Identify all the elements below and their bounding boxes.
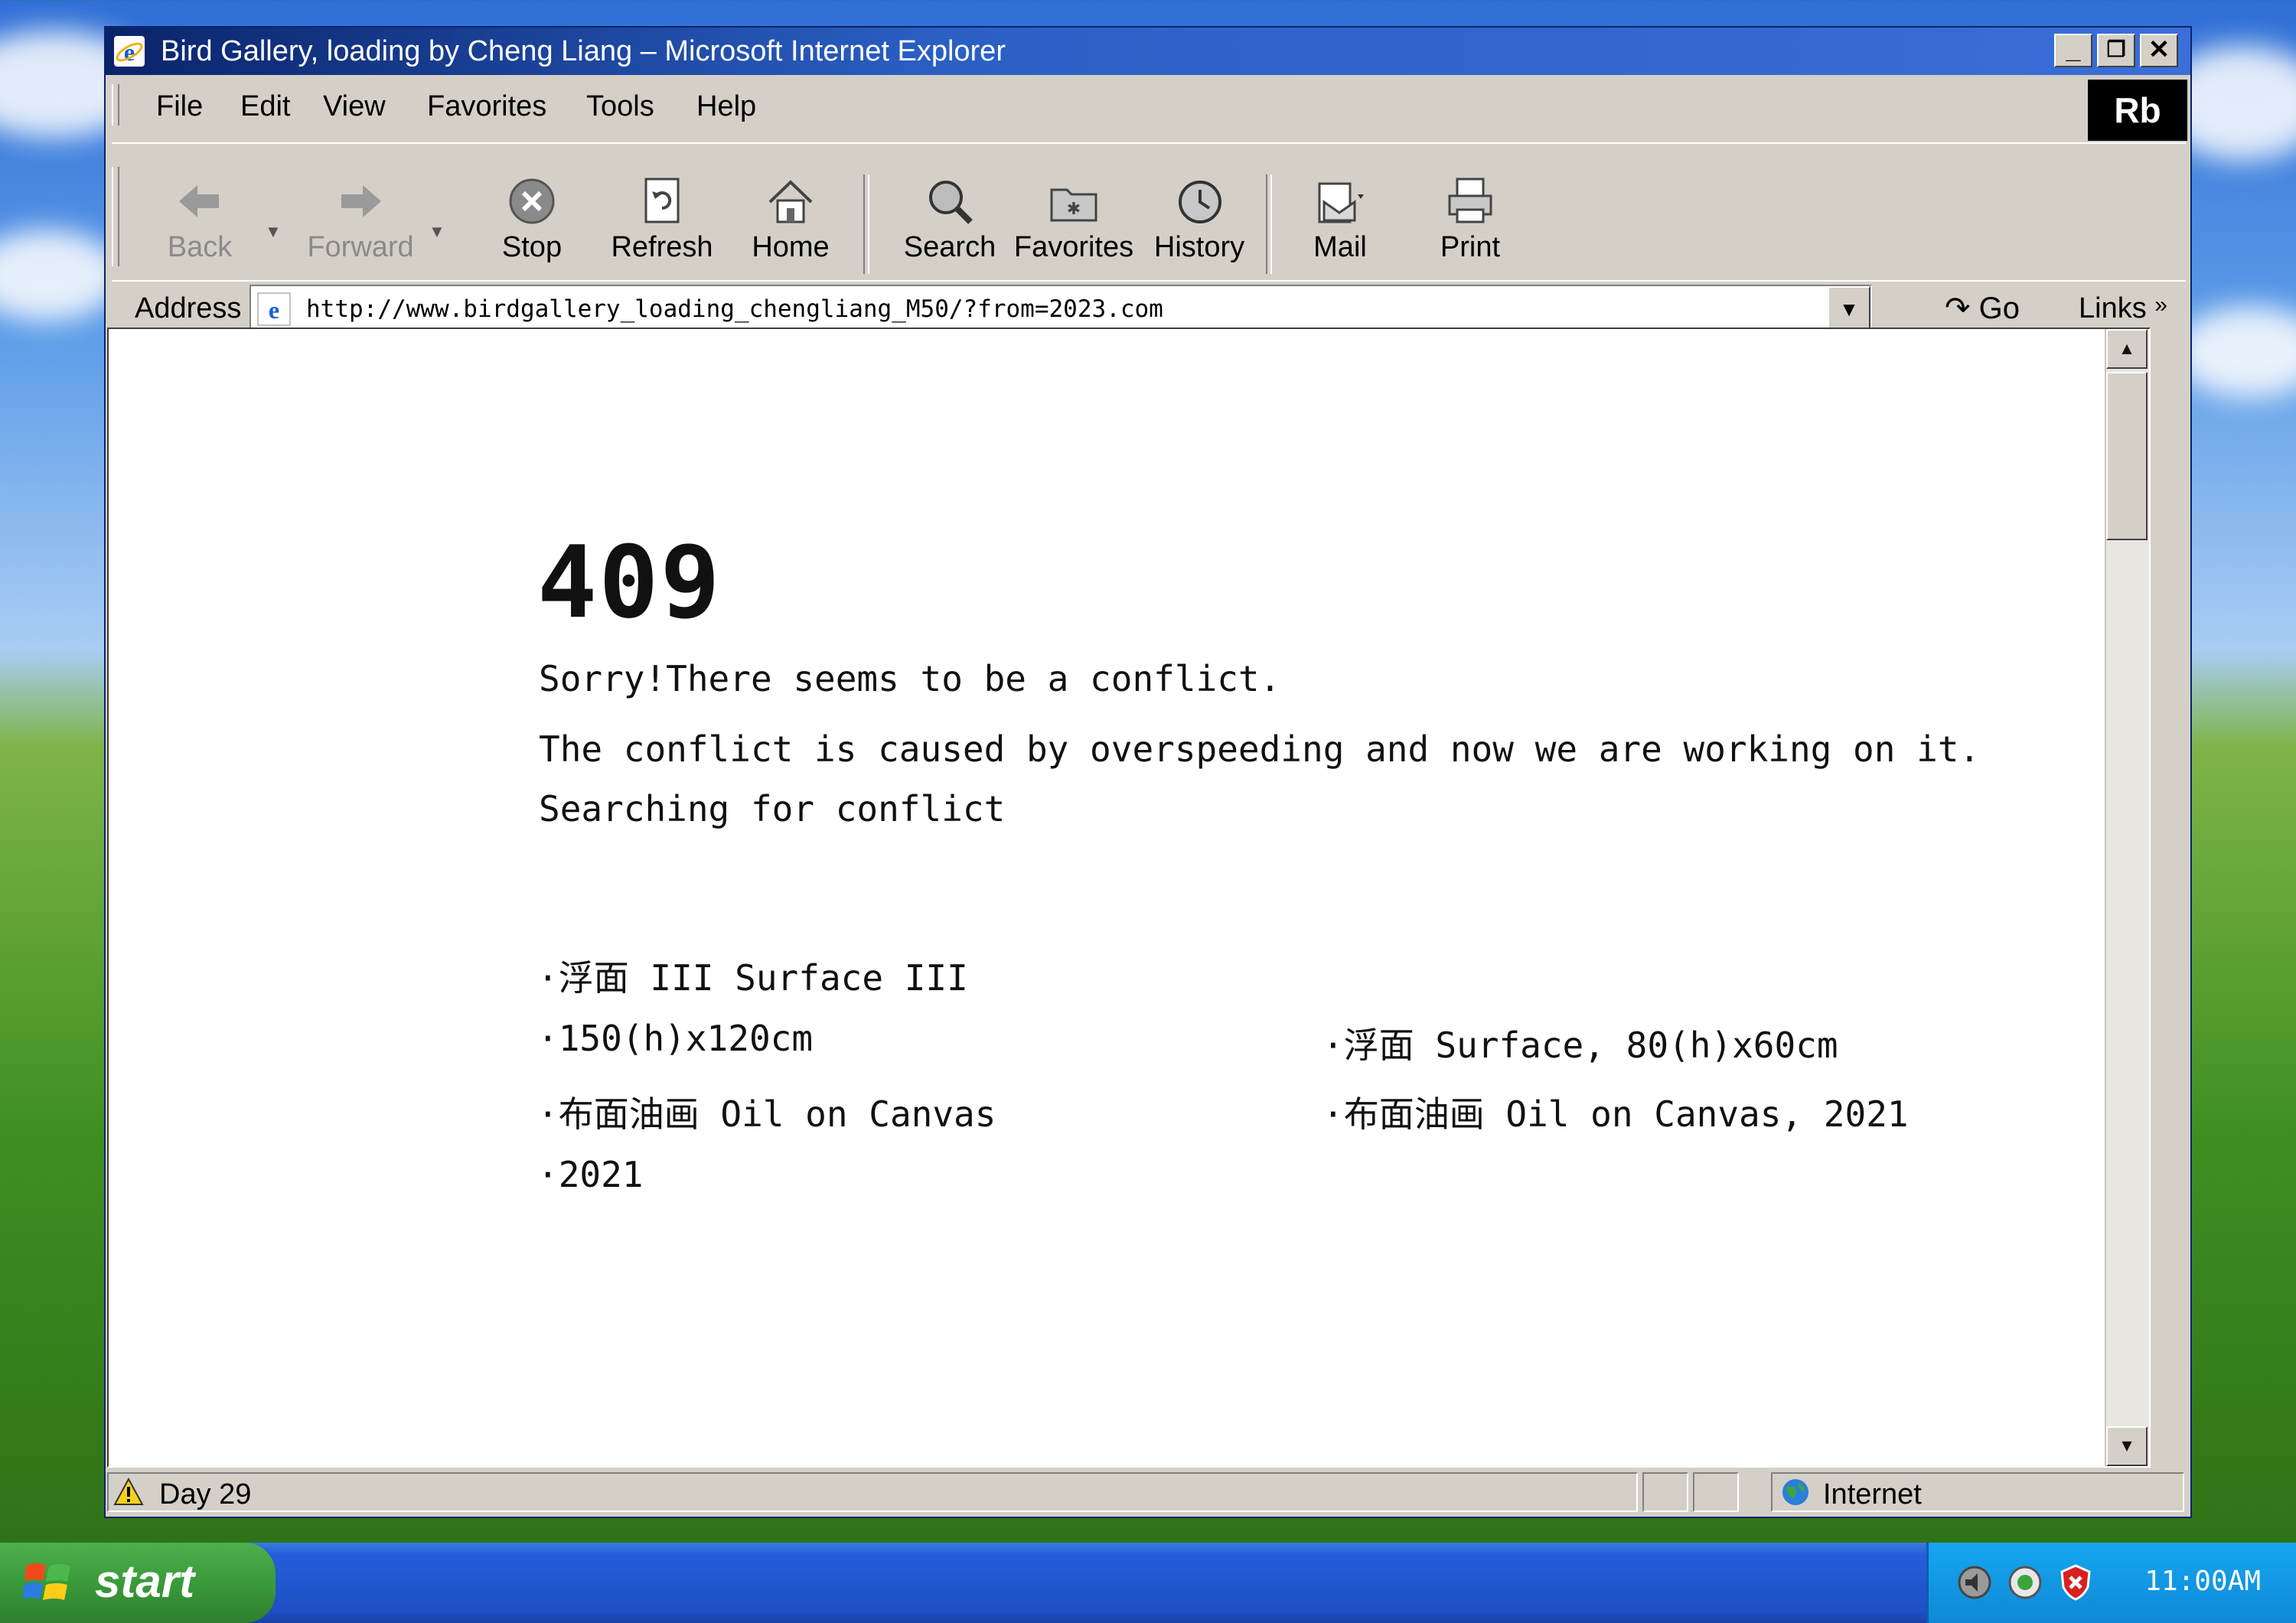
- search-globe-icon: [929, 181, 973, 224]
- favorites-button[interactable]: ✱ Favorites: [1009, 174, 1139, 274]
- taskbar: start 11:00AM: [0, 1543, 2296, 1623]
- back-arrow-icon: [179, 185, 219, 217]
- search-button[interactable]: Search: [892, 174, 1007, 274]
- taskbar-clock[interactable]: 11:00AM: [2144, 1566, 2261, 1597]
- windows-logo-icon: [23, 1563, 70, 1600]
- mail-button[interactable]: Mail: [1283, 174, 1397, 274]
- network-icon[interactable]: [2005, 1563, 2045, 1602]
- error-detail: The conflict is caused by overspeeding a…: [539, 728, 1981, 770]
- ie-logo-icon: e: [114, 36, 145, 67]
- start-button[interactable]: start: [0, 1543, 276, 1623]
- warning-icon: [113, 1477, 144, 1505]
- back-button[interactable]: Back: [142, 174, 257, 274]
- menu-view[interactable]: View: [323, 90, 386, 123]
- close-button[interactable]: ✕: [2140, 34, 2178, 67]
- address-dropdown-button[interactable]: ▼: [1828, 286, 1870, 332]
- forward-button[interactable]: Forward: [303, 174, 418, 274]
- menu-edit[interactable]: Edit: [240, 90, 290, 123]
- status-panel-zone: Internet: [1771, 1472, 2184, 1512]
- forward-dropdown-icon[interactable]: ▼: [429, 222, 445, 242]
- standard-toolbar: Back ▼ Forward ▼ Stop Refresh Home Searc…: [112, 142, 2186, 279]
- status-bar: Day 29 Internet: [107, 1469, 2189, 1515]
- address-label: Address: [135, 292, 242, 324]
- browser-window: e Bird Gallery, loading by Cheng Liang –…: [104, 26, 2192, 1518]
- refresh-icon: [644, 178, 680, 223]
- svg-text:e: e: [124, 38, 135, 66]
- minimize-button[interactable]: _: [2054, 34, 2092, 67]
- menu-bar: File Edit View Favorites Tools Help: [112, 80, 2086, 130]
- home-button[interactable]: Home: [733, 174, 848, 274]
- error-message: Sorry!There seems to be a conflict.: [539, 658, 1281, 699]
- list-item: ·布面油画 Oil on Canvas: [537, 1093, 996, 1135]
- refresh-button[interactable]: Refresh: [605, 174, 719, 274]
- volume-icon[interactable]: [1955, 1563, 1994, 1602]
- toolbar-separator: [863, 174, 869, 274]
- security-shield-icon[interactable]: [2056, 1563, 2095, 1602]
- history-button[interactable]: History: [1142, 174, 1257, 274]
- list-item: ·浮面 III Surface III: [537, 957, 968, 999]
- address-input[interactable]: e http://www.birdgallery_loading_chengli…: [249, 285, 1872, 334]
- menu-favorites[interactable]: Favorites: [427, 90, 546, 123]
- list-item: ·2021: [537, 1154, 644, 1195]
- toolbar-separator: [1266, 174, 1272, 274]
- start-label: start: [95, 1556, 195, 1607]
- stop-icon: [509, 178, 555, 224]
- menu-file[interactable]: File: [156, 90, 203, 123]
- menu-grip[interactable]: [112, 84, 119, 125]
- window-title: Bird Gallery, loading by Cheng Liang – M…: [161, 35, 1006, 67]
- back-dropdown-icon[interactable]: ▼: [265, 222, 282, 242]
- status-panel-empty: [1642, 1472, 1688, 1512]
- svg-text:✱: ✱: [1067, 199, 1081, 218]
- toolbar-grip[interactable]: [112, 167, 119, 266]
- status-message: Searching for conflict: [539, 788, 1006, 829]
- go-button[interactable]: ↷ Go: [1945, 291, 2020, 326]
- list-item: ·浮面 Surface, 80(h)x60cm: [1322, 1025, 1838, 1066]
- menu-help[interactable]: Help: [696, 90, 756, 123]
- restore-button[interactable]: ❐: [2097, 34, 2135, 67]
- address-url[interactable]: http://www.birdgallery_loading_chenglian…: [306, 295, 1163, 323]
- print-button[interactable]: Print: [1413, 174, 1528, 274]
- printer-icon: [1448, 178, 1492, 223]
- home-icon: [768, 180, 813, 223]
- page-content: 409 Sorry!There seems to be a conflict. …: [107, 328, 2151, 1468]
- vertical-scrollbar[interactable]: ▲ ▼: [2105, 329, 2149, 1466]
- status-panel-empty: [1693, 1472, 1739, 1512]
- scroll-up-button[interactable]: ▲: [2106, 329, 2148, 369]
- svg-text:e: e: [269, 296, 279, 324]
- scroll-thumb[interactable]: [2106, 372, 2148, 540]
- list-item: ·布面油画 Oil on Canvas, 2021: [1322, 1093, 1909, 1135]
- security-zone: Internet: [1823, 1478, 1922, 1511]
- go-arrow-icon: ↷: [1945, 292, 1971, 325]
- history-clock-icon: [1179, 181, 1221, 223]
- ie-throbber-logo: Rb: [2088, 80, 2187, 141]
- forward-arrow-icon: [341, 185, 381, 217]
- chevron-right-icon: »: [2154, 292, 2167, 318]
- links-button[interactable]: Links »: [2079, 292, 2167, 325]
- status-text: Day 29: [159, 1478, 252, 1511]
- stop-button[interactable]: Stop: [475, 174, 589, 274]
- system-tray: 11:00AM: [1926, 1543, 2296, 1623]
- internet-globe-icon: [1782, 1479, 1808, 1505]
- menu-tools[interactable]: Tools: [586, 90, 654, 123]
- desktop-cloud: [2174, 306, 2296, 398]
- page-ie-icon: e: [257, 292, 291, 326]
- error-code: 409: [537, 524, 722, 640]
- list-item: ·150(h)x120cm: [537, 1018, 814, 1059]
- mail-envelope-icon: [1318, 182, 1364, 223]
- scroll-down-button[interactable]: ▼: [2106, 1426, 2148, 1466]
- status-panel-main: Day 29: [107, 1472, 1638, 1512]
- title-bar[interactable]: e Bird Gallery, loading by Cheng Liang –…: [106, 28, 2190, 75]
- favorites-folder-icon: ✱: [1050, 188, 1097, 222]
